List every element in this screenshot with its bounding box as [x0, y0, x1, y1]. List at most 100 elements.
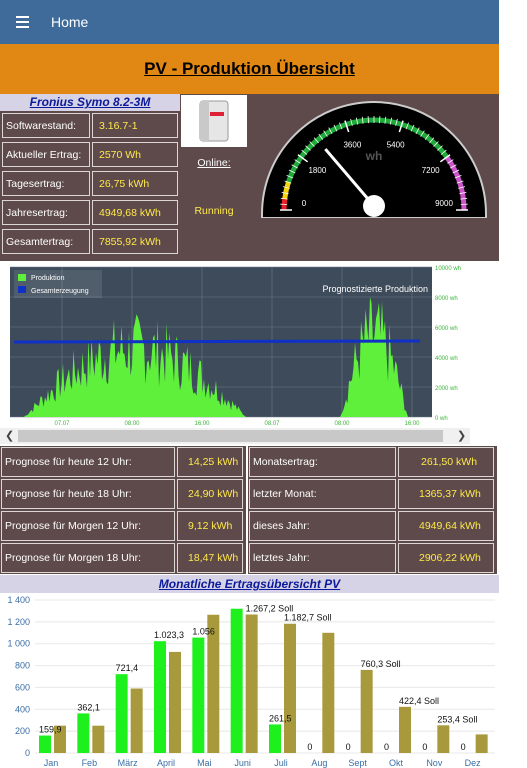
- legend-production: Produktion: [31, 275, 65, 282]
- actual-bar: [230, 608, 243, 753]
- bar-y-tick: 600: [15, 682, 30, 692]
- monthly-title: Monatliche Ertragsübersicht PV: [0, 575, 499, 593]
- bar-data-label: 1.023,3: [154, 630, 184, 640]
- yield-label: letzter Monat:: [249, 479, 396, 509]
- production-y-tick: 6000 wh: [435, 326, 458, 332]
- banner: PV - Produktion Übersicht: [0, 44, 499, 94]
- actual-bar: [269, 724, 281, 753]
- bar-data-label: 422,4 Soll: [399, 696, 439, 706]
- inverter-row: Softwarestand: 3.16.7-1: [1, 111, 180, 140]
- bar-x-tick: Feb: [82, 758, 98, 768]
- bar-data-label: 0: [384, 742, 389, 752]
- actual-bar: [192, 637, 205, 753]
- inverter-label: Gesamtertrag:: [2, 229, 90, 254]
- forecast-row: Prognose für Morgen 12 Uhr: 9,12 kWh: [0, 510, 246, 542]
- legend-swatch-production: [18, 274, 26, 281]
- forecast-value: 9,12 kWh: [177, 511, 243, 541]
- production-y-tick: 0 wh: [435, 416, 448, 422]
- bar-data-label: 253,4 Soll: [437, 714, 477, 724]
- production-x-tick: 08:00: [334, 421, 350, 427]
- gauge-unit: wh: [365, 149, 383, 163]
- bar-y-tick: 800: [15, 661, 30, 671]
- forecast-label: Prognose für heute 18 Uhr:: [1, 479, 175, 509]
- actual-bar: [39, 735, 51, 753]
- bar-y-tick: 200: [15, 726, 30, 736]
- forecast-label: Prognostizierte Produktion: [322, 284, 428, 294]
- forecast-label: Prognose für heute 12 Uhr:: [1, 447, 175, 477]
- yield-value: 1365,37 kWh: [398, 479, 494, 509]
- banner-title: PV - Produktion Übersicht: [144, 59, 355, 78]
- bar-y-tick: 1 200: [7, 617, 30, 627]
- bar-data-label: 261,5: [269, 713, 292, 723]
- inverter-device-icon: [199, 100, 229, 142]
- bar-data-label: 1.056: [192, 627, 215, 637]
- target-bar: [399, 706, 411, 753]
- bar-data-label: 0: [307, 742, 312, 752]
- inverter-label: Tagesertrag:: [2, 171, 90, 196]
- inverter-value: 26,75 kWh: [92, 171, 178, 196]
- inverter-value: 4949,68 kWh: [92, 200, 178, 225]
- yield-row: letztes Jahr: 2906,22 kWh: [248, 542, 497, 574]
- bar-data-label: 0: [461, 742, 466, 752]
- inverter-row: Aktueller Ertrag: 2570 Wh: [1, 140, 180, 169]
- production-y-tick: 10000 wh: [435, 266, 461, 272]
- production-x-tick: 08.07: [264, 421, 280, 427]
- inverter-label: Softwarestand:: [2, 113, 90, 138]
- power-gauge: 0 1800 3600 5400 7200 9000 wh: [261, 101, 487, 218]
- forecast-label: Prognose für Morgen 12 Uhr:: [1, 511, 175, 541]
- forecast-label: Prognose für Morgen 18 Uhr:: [1, 543, 175, 573]
- bar-x-tick: Dez: [465, 758, 482, 768]
- bar-x-tick: Juni: [234, 758, 251, 768]
- target-bar: [475, 734, 488, 753]
- gauge-tick-label: 3600: [343, 140, 361, 149]
- yield-row: Monatsertrag: 261,50 kWh: [248, 446, 497, 478]
- inverter-row: Jahresertrag: 4949,68 kWh: [1, 198, 180, 227]
- target-bar: [284, 623, 296, 753]
- inverter-label: Jahresertrag:: [2, 200, 90, 225]
- yield-label: Monatsertrag:: [249, 447, 396, 477]
- page-title: Home: [51, 14, 89, 30]
- online-label: Online:: [197, 157, 231, 169]
- scrollbar-thumb[interactable]: [18, 430, 443, 442]
- bar-data-label: 0: [346, 742, 351, 752]
- forecast-row: Prognose für heute 12 Uhr: 14,25 kWh: [0, 446, 246, 478]
- hamburger-menu-icon[interactable]: [0, 0, 44, 44]
- inverter-label: Aktueller Ertrag:: [2, 142, 90, 167]
- yield-row: dieses Jahr: 4949,64 kWh: [248, 510, 497, 542]
- bar-x-tick: Mai: [197, 758, 212, 768]
- total-production-line: [13, 339, 421, 344]
- yield-value: 261,50 kWh: [398, 447, 494, 477]
- production-x-tick: 07.07: [54, 421, 70, 427]
- bar-x-tick: Nov: [426, 758, 443, 768]
- gauge-tick-label: 5400: [387, 140, 405, 149]
- bar-x-tick: April: [157, 758, 175, 768]
- inverter-row: Gesamtertrag: 7855,92 kWh: [1, 227, 180, 256]
- bar-x-tick: Sept: [348, 758, 367, 768]
- production-x-tick: 16:00: [194, 421, 210, 427]
- yield-label: dieses Jahr:: [249, 511, 396, 541]
- yield-panel: Monatsertrag: 261,50 kWh letzter Monat: …: [248, 446, 497, 574]
- bar-data-label: 760,3 Soll: [361, 659, 401, 669]
- forecast-row: Prognose für Morgen 18 Uhr: 18,47 kWh: [0, 542, 246, 574]
- yield-value: 4949,64 kWh: [398, 511, 494, 541]
- target-bar: [437, 725, 450, 753]
- scroll-left-icon[interactable]: ❮: [5, 429, 14, 442]
- bar-data-label: 159,9: [39, 725, 62, 735]
- scroll-right-icon[interactable]: ❯: [457, 429, 466, 442]
- top-app-bar: Home: [0, 0, 499, 44]
- forecast-value: 14,25 kWh: [177, 447, 243, 477]
- yield-row: letzter Monat: 1365,37 kWh: [248, 478, 497, 510]
- target-bar: [92, 725, 105, 753]
- legend-swatch-total: [18, 286, 26, 293]
- production-x-tick: 08:00: [124, 421, 140, 427]
- gauge-hub: [363, 195, 385, 217]
- forecast-value: 18,47 kWh: [177, 543, 243, 573]
- target-bar: [360, 669, 373, 753]
- production-y-tick: 8000 wh: [435, 296, 458, 302]
- actual-bar: [115, 674, 128, 753]
- bar-x-tick: März: [118, 758, 138, 768]
- bar-x-tick: Juli: [274, 758, 288, 768]
- target-bar: [322, 632, 335, 753]
- gauge-tick-label: 0: [302, 199, 307, 208]
- bar-y-tick: 1 400: [7, 595, 30, 605]
